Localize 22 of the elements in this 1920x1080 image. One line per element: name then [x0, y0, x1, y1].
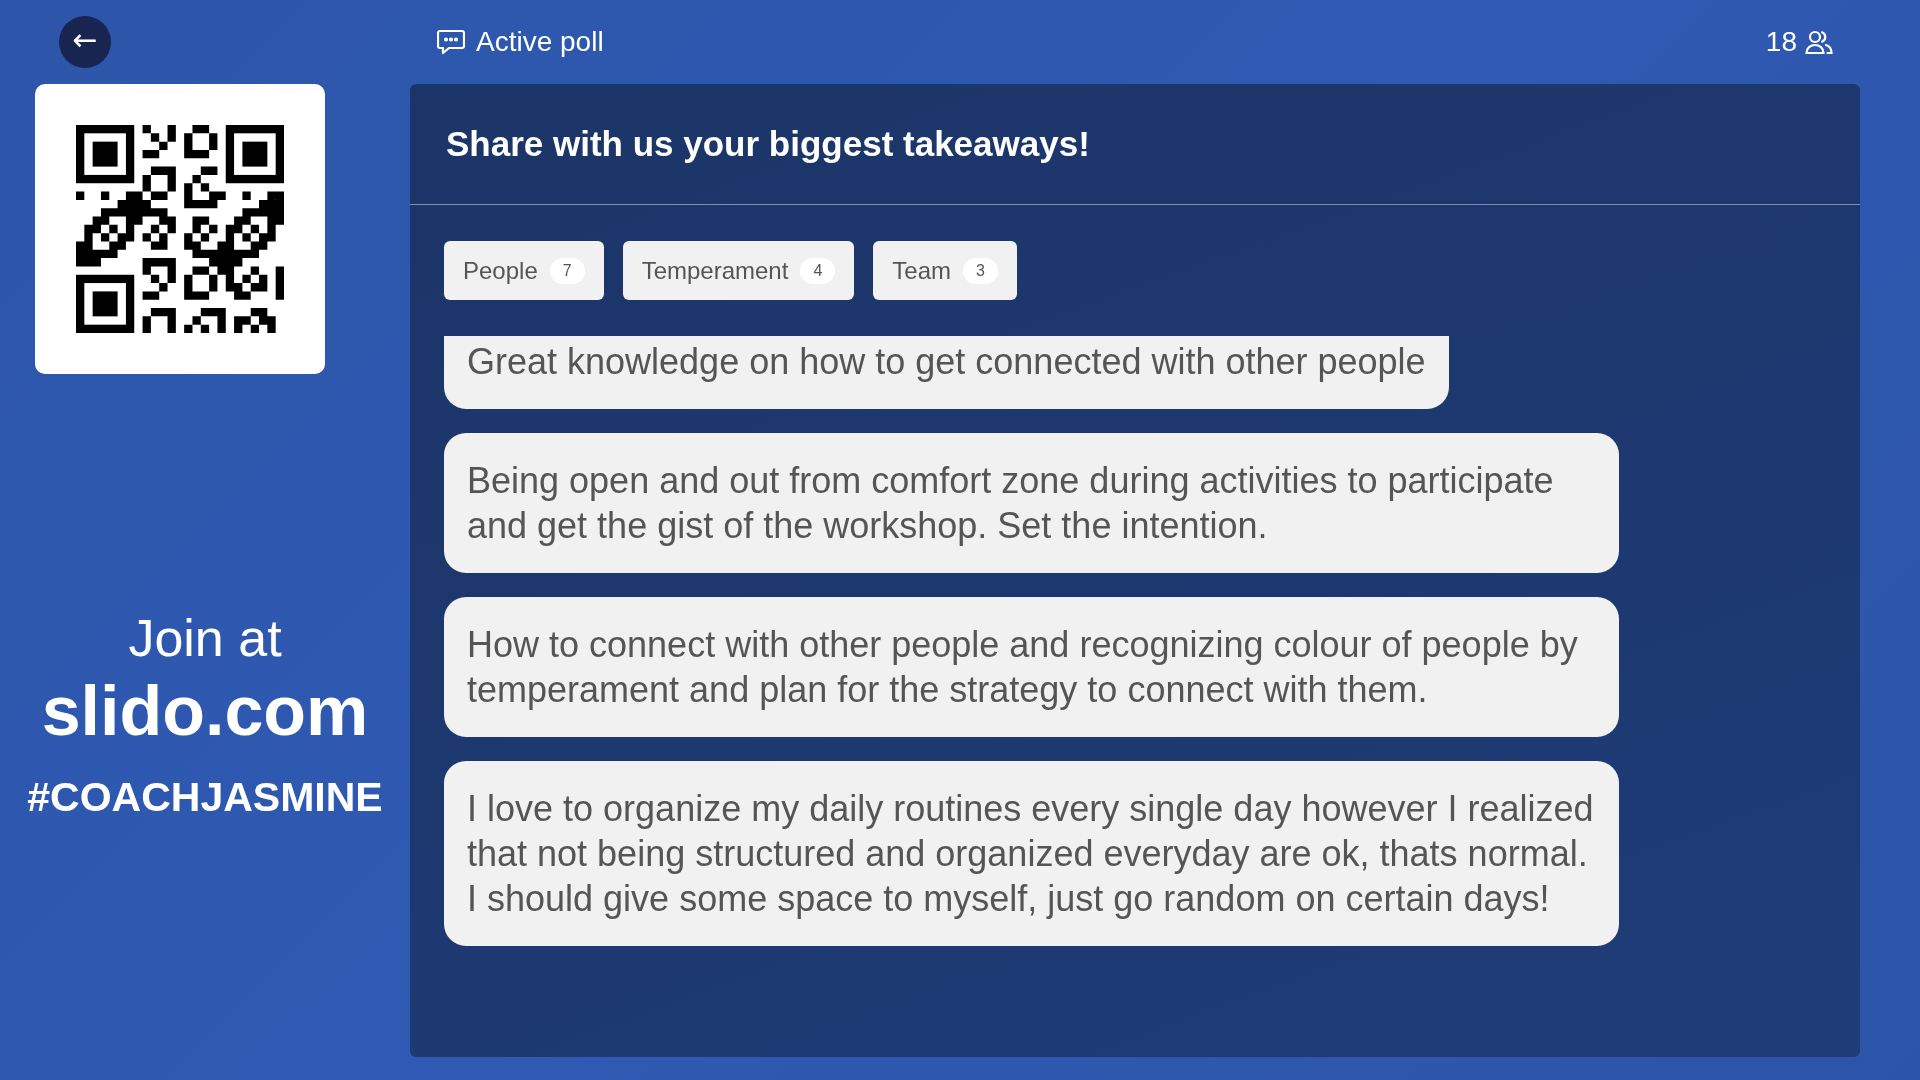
participant-count: 18 [1765, 26, 1797, 58]
poll-question: Share with us your biggest takeaways! [446, 124, 1090, 164]
tag-label: Temperament [641, 256, 789, 285]
count-badge: 3 [962, 257, 998, 284]
answer-card: How to connect with other people and recognizing colour of people by temperament and plan for the strategy to connect with them. [444, 597, 1619, 737]
tag-label: People [463, 256, 538, 285]
people-icon [1805, 29, 1833, 55]
count-badge: 4 [800, 257, 836, 284]
tag-label: Team [892, 256, 951, 285]
back-button[interactable]: ← [59, 16, 111, 68]
answer-card: I love to organize my daily routines every single day however I realized that not being structured and organized everyday are ok, thats normal. I should give some space to myself, just go random on certain days! [444, 761, 1619, 946]
answer-card: Great knowledge on how to get connected with other people [444, 336, 1449, 409]
tag-chip[interactable]: Team 3 [873, 241, 1017, 300]
join-prompt: Join at [128, 610, 282, 668]
answer-card: Being open and out from comfort zone during activities to participate and get the gist of the workshop. Set the intention. [444, 433, 1619, 573]
count-badge: 7 [549, 257, 585, 284]
poll-status: Active poll [476, 26, 604, 58]
tag-chip[interactable]: People 7 [444, 241, 604, 300]
event-code: #COACHJASMINE [27, 773, 383, 821]
join-site: slido.com [41, 671, 369, 752]
tag-chip[interactable]: Temperament 4 [622, 241, 855, 300]
chat-icon [437, 29, 465, 55]
